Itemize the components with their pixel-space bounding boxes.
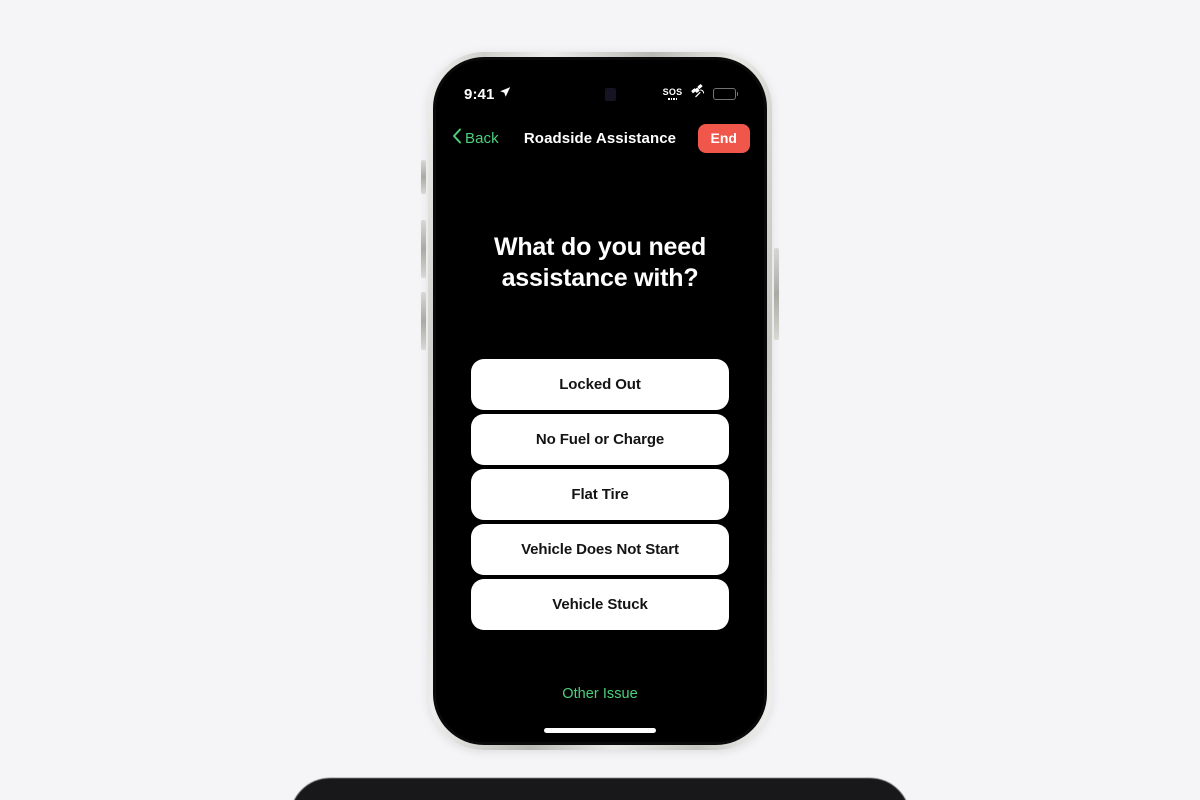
location-arrow-icon	[499, 85, 511, 103]
option-vehicle-does-not-start[interactable]: Vehicle Does Not Start	[471, 524, 729, 575]
battery-body	[712, 88, 736, 100]
status-time: 9:41	[464, 85, 495, 103]
phone-bezel: 9:41 SOS Back Roadside Assistance End Wh…	[433, 57, 767, 745]
navigation-bar: Back Roadside Assistance End	[436, 116, 764, 160]
dynamic-island	[544, 71, 656, 102]
sos-label: SOS	[662, 87, 683, 98]
power-button[interactable]	[774, 248, 779, 340]
assistance-options-list: Locked Out No Fuel or Charge Flat Tire V…	[471, 359, 729, 630]
iphone-device-frame: 9:41 SOS Back Roadside Assistance End Wh…	[421, 52, 779, 750]
option-locked-out[interactable]: Locked Out	[471, 359, 729, 410]
chevron-left-icon	[452, 128, 462, 149]
option-flat-tire[interactable]: Flat Tire	[471, 469, 729, 520]
volume-up-button[interactable]	[421, 220, 426, 278]
option-vehicle-stuck[interactable]: Vehicle Stuck	[471, 579, 729, 630]
end-button[interactable]: End	[697, 123, 750, 153]
other-issue-link[interactable]: Other Issue	[562, 686, 638, 702]
sos-dots	[668, 98, 678, 100]
sos-icon: SOS	[663, 88, 683, 100]
volume-down-button[interactable]	[421, 292, 426, 350]
status-bar-left: 9:41	[464, 85, 511, 103]
secondary-device-edge	[290, 778, 910, 800]
battery-cap	[736, 92, 738, 96]
back-button-label: Back	[465, 129, 499, 147]
page-background: 9:41 SOS Back Roadside Assistance End Wh…	[0, 0, 1200, 800]
home-indicator[interactable]	[544, 728, 656, 733]
action-button[interactable]	[421, 160, 426, 194]
option-no-fuel-or-charge[interactable]: No Fuel or Charge	[471, 414, 729, 465]
satellite-icon	[690, 84, 706, 104]
back-button[interactable]: Back	[452, 128, 499, 149]
phone-screen: 9:41 SOS Back Roadside Assistance End Wh…	[436, 60, 764, 742]
battery-icon	[712, 88, 738, 100]
assistance-question-heading: What do you need assistance with?	[493, 233, 707, 292]
main-content: What do you need assistance with? Locked…	[436, 160, 764, 742]
